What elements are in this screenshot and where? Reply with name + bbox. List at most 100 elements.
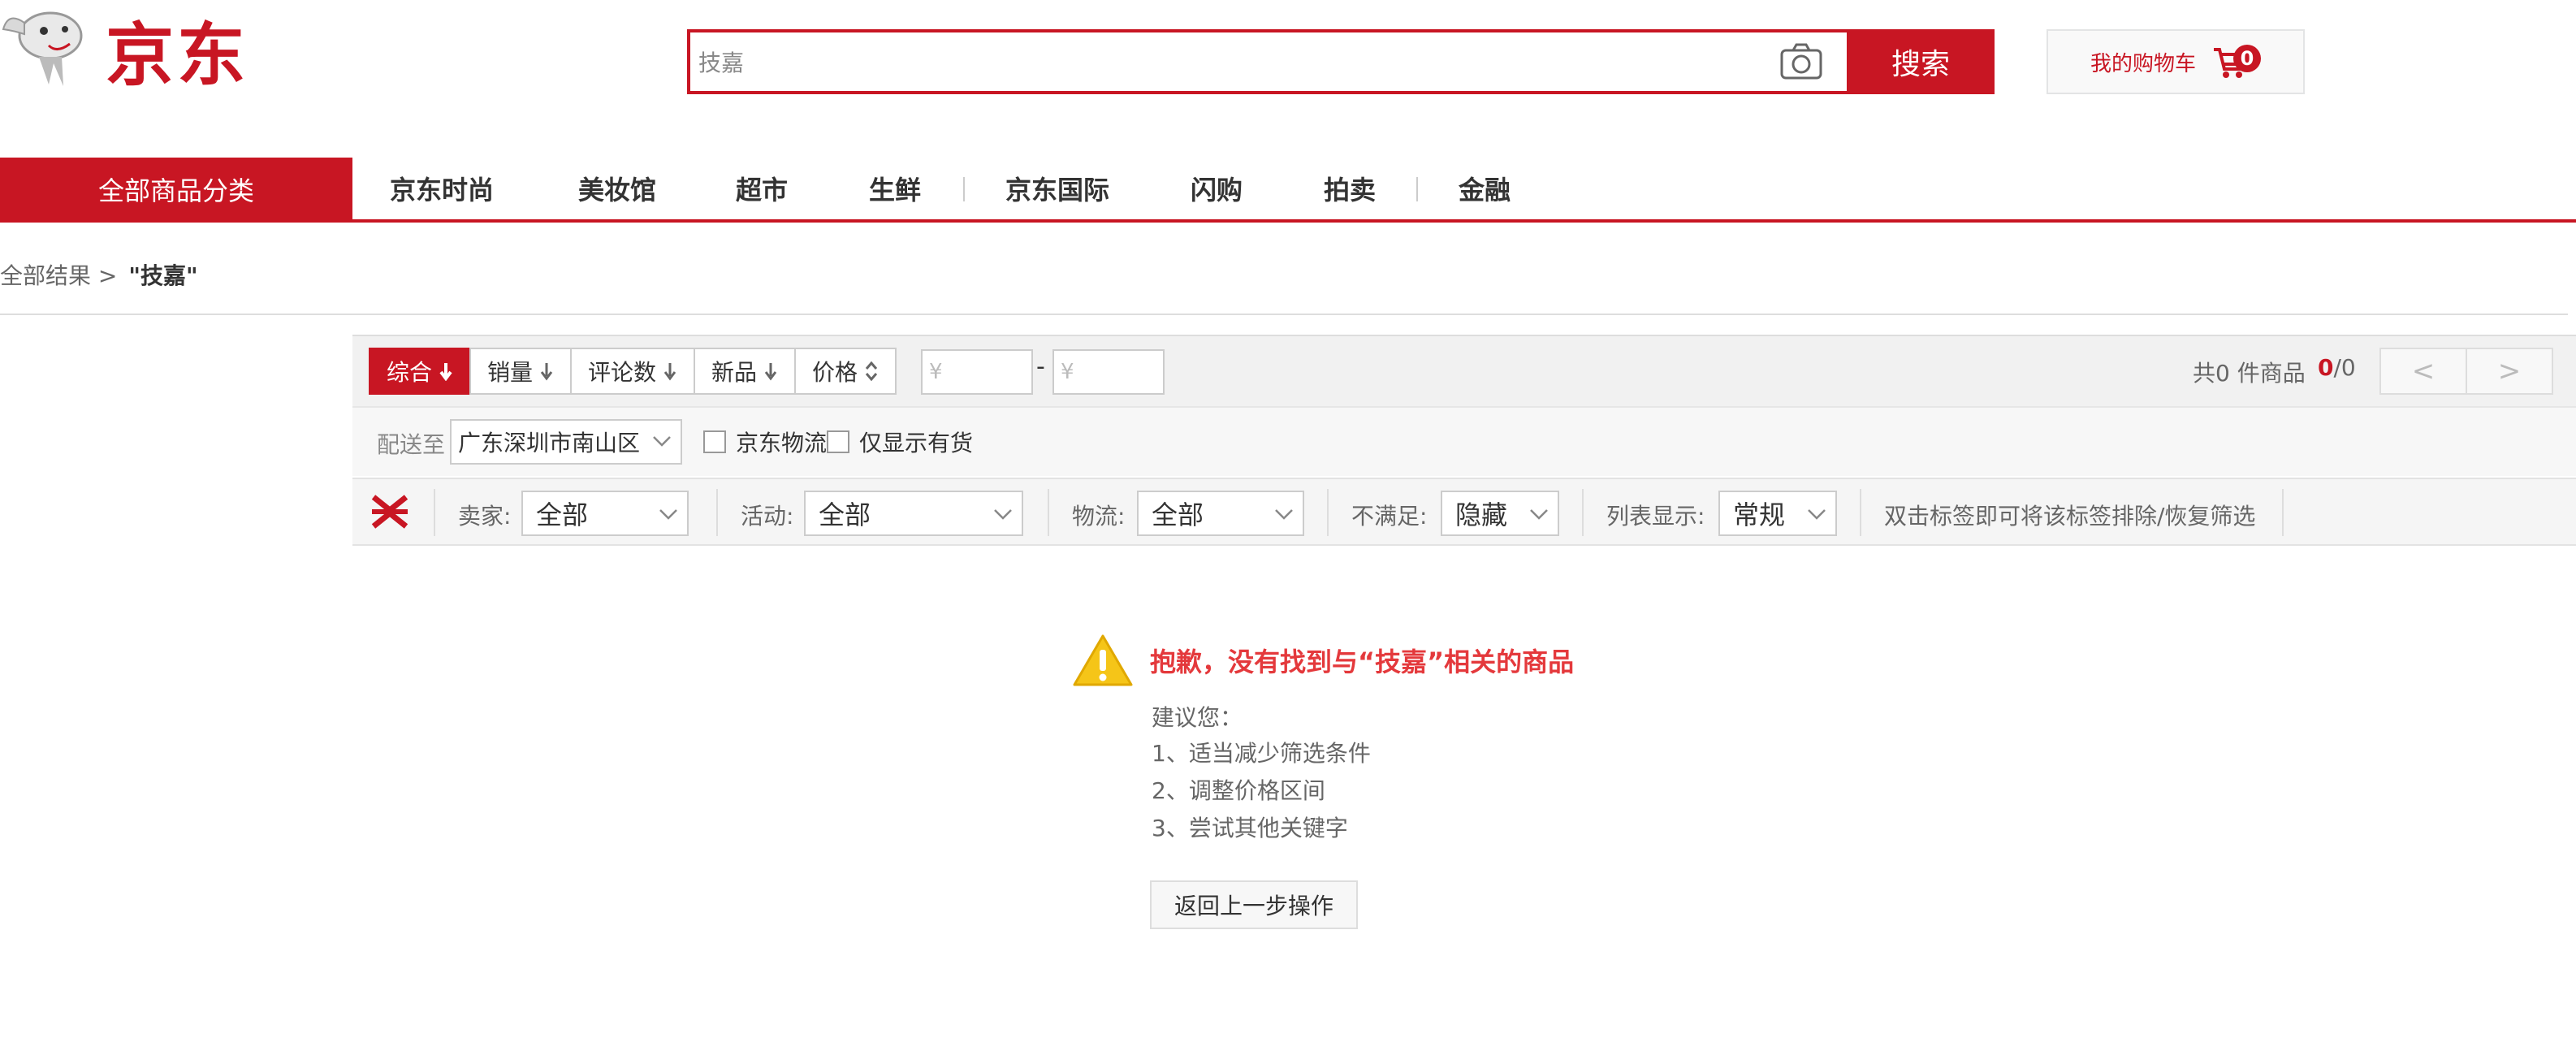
filter-divider	[434, 489, 435, 536]
empty-result-title: 抱歉，没有找到与“技嘉”相关的商品	[1150, 642, 1574, 679]
list-display-label: 列表显示:	[1606, 503, 1705, 530]
next-page-button[interactable]: >	[2466, 348, 2553, 395]
arrow-down-icon	[439, 363, 452, 381]
sort-sales-button[interactable]: 销量	[469, 348, 572, 395]
nav-item-fresh[interactable]: 生鲜	[869, 171, 921, 210]
sort-reviews-button[interactable]: 评论数	[570, 348, 695, 395]
title-prefix: 抱歉，没有找到与“	[1150, 647, 1376, 677]
region-select[interactable]: 广东深圳市南山区	[450, 419, 682, 465]
sort-label: 价格	[811, 359, 858, 386]
nav-item-supermarket[interactable]: 超市	[736, 171, 788, 210]
suggestion-item: 1、适当减少筛选条件	[1152, 740, 1371, 767]
checkbox-label: 京东物流	[736, 430, 828, 456]
region-value: 广东深圳市南山区	[458, 430, 641, 456]
sort-bar: 综合 销量 评论数 新品 价格 ¥ - ¥ 共0 件商品 0/0 < >	[352, 335, 2576, 406]
suggest-heading: 建议您：	[1152, 704, 1243, 731]
jd-red-icon	[371, 495, 408, 529]
select-value: 隐藏	[1455, 500, 1508, 530]
suggestion-item: 3、尝试其他关键字	[1152, 815, 1348, 841]
checkbox-box[interactable]	[703, 430, 726, 453]
seller-select[interactable]: 全部	[521, 491, 689, 536]
checkbox-label: 仅显示有货	[859, 430, 974, 456]
breadcrumb-current: "技嘉"	[128, 262, 198, 289]
filter-hint: 双击标签即可将该标签排除/恢复筛选	[1884, 503, 2256, 530]
select-value: 全部	[819, 500, 871, 530]
arrow-down-icon	[663, 363, 676, 381]
sort-new-button[interactable]: 新品	[694, 348, 796, 395]
prev-page-button[interactable]: <	[2379, 348, 2467, 395]
nav-divider	[963, 177, 965, 201]
search-button[interactable]: 搜索	[1847, 29, 1995, 94]
sort-comprehensive-button[interactable]: 综合	[369, 348, 471, 395]
filter-divider	[1860, 489, 1861, 536]
breadcrumb-divider	[0, 314, 2568, 315]
warning-icon	[1073, 634, 1133, 686]
sort-label: 新品	[711, 359, 757, 386]
cart-button[interactable]: 我的购物车 0	[2047, 29, 2305, 94]
select-value: 全部	[536, 500, 589, 530]
jd-logo[interactable]: 京东	[0, 6, 260, 104]
seller-label: 卖家:	[458, 503, 512, 530]
all-categories-menu[interactable]: 全部商品分类	[0, 158, 352, 221]
result-count: 共0 件商品	[2193, 360, 2306, 387]
filter-divider	[1048, 489, 1049, 536]
ship-to-label: 配送至	[377, 431, 446, 458]
price-range-dash: -	[1036, 352, 1045, 381]
in-stock-checkbox[interactable]: 仅显示有货	[827, 426, 973, 458]
nav-item-flash-sale[interactable]: 闪购	[1191, 171, 1243, 210]
filter-divider	[2282, 489, 2284, 536]
activity-label: 活动:	[741, 503, 794, 530]
sort-label: 评论数	[587, 359, 656, 386]
search-box: 搜索	[687, 29, 1995, 94]
nav-underline	[0, 219, 2576, 223]
jd-logistics-checkbox[interactable]: 京东物流	[703, 426, 827, 458]
nav-item-finance[interactable]: 金融	[1459, 171, 1511, 210]
nav-item-beauty[interactable]: 美妆馆	[578, 171, 656, 210]
select-value: 常规	[1733, 500, 1786, 530]
breadcrumb-root[interactable]: 全部结果 >	[0, 262, 117, 289]
sort-label: 销量	[486, 359, 533, 386]
logo-text: 京东	[106, 15, 249, 95]
chevron-down-icon	[1530, 509, 1548, 520]
camera-icon[interactable]	[1779, 42, 1824, 81]
nav-divider	[1416, 177, 1418, 201]
activity-select[interactable]: 全部	[804, 491, 1023, 536]
attribute-filter-bar: 卖家: 全部 活动: 全部 物流: 全部 不满足: 隐藏 列表显示: 常规 双击…	[352, 478, 2576, 546]
title-suffix: ”相关的商品	[1427, 647, 1575, 677]
list-display-select[interactable]: 常规	[1718, 491, 1837, 536]
page-current: 0	[2318, 354, 2334, 381]
logistics-label: 物流:	[1072, 503, 1126, 530]
arrow-down-icon	[764, 363, 777, 381]
nav-item-fashion[interactable]: 京东时尚	[390, 171, 494, 210]
select-value: 全部	[1152, 500, 1204, 530]
filter-divider	[1582, 489, 1584, 536]
title-keyword: 技嘉	[1375, 647, 1428, 677]
back-button[interactable]: 返回上一步操作	[1150, 880, 1358, 929]
nav-item-auction[interactable]: 拍卖	[1324, 171, 1376, 210]
chevron-down-icon	[653, 436, 671, 447]
search-input[interactable]	[698, 32, 1770, 91]
page-total: /0	[2333, 354, 2356, 381]
sort-label: 综合	[386, 359, 432, 386]
price-max-input[interactable]: ¥	[1052, 349, 1165, 395]
unsatisfied-select[interactable]: 隐藏	[1441, 491, 1559, 536]
delivery-bar: 配送至 广东深圳市南山区 京东物流 仅显示有货	[352, 406, 2576, 476]
cart-icon-wrap: 0	[2212, 45, 2261, 79]
jd-dog-mascot-icon	[2, 11, 83, 86]
filter-divider	[1327, 489, 1329, 536]
chevron-down-icon	[1808, 509, 1826, 520]
logistics-select[interactable]: 全部	[1137, 491, 1304, 536]
arrow-down-icon	[540, 363, 553, 381]
chevron-down-icon	[994, 509, 1012, 520]
chevron-down-icon	[1275, 509, 1293, 520]
cart-label: 我的购物车	[2090, 51, 2196, 76]
cart-count-badge: 0	[2233, 45, 2261, 72]
nav-item-international[interactable]: 京东国际	[1005, 171, 1109, 210]
suggestion-item: 2、调整价格区间	[1152, 777, 1325, 804]
filter-divider	[716, 489, 718, 536]
chevron-down-icon	[659, 509, 677, 520]
price-min-input[interactable]: ¥	[921, 349, 1033, 395]
sort-price-button[interactable]: 价格	[794, 348, 897, 395]
breadcrumb: 全部结果 > "技嘉"	[0, 258, 198, 291]
checkbox-box[interactable]	[827, 430, 849, 453]
